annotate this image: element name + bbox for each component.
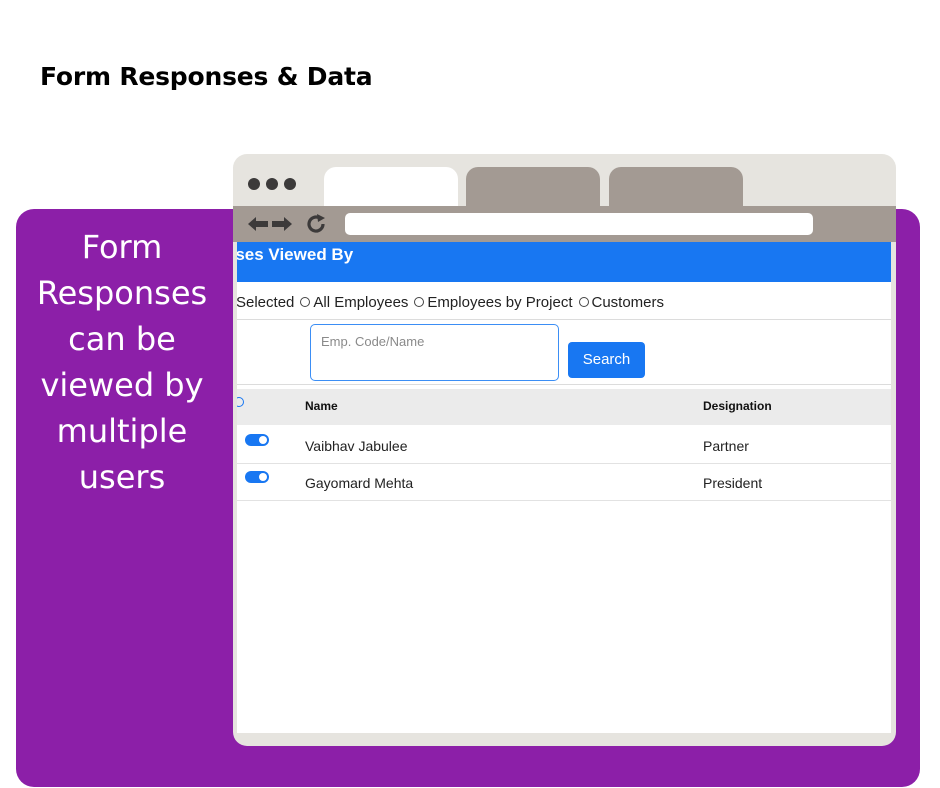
- browser-toolbar: [233, 206, 896, 242]
- forward-arrow-icon[interactable]: [271, 213, 293, 235]
- radio-customers[interactable]: Customers: [578, 293, 665, 311]
- browser-tab[interactable]: [466, 167, 600, 211]
- cell-designation: Partner: [703, 438, 749, 454]
- table-header: Name Designation: [237, 389, 891, 425]
- browser-window: Responses Viewed By Selected All Employe…: [233, 154, 896, 746]
- search-button[interactable]: Search: [568, 342, 645, 378]
- cell-name: Gayomard Mehta: [305, 475, 414, 491]
- divider: [237, 319, 891, 320]
- radio-label: Employees by Project: [427, 293, 573, 311]
- header-title: Responses Viewed By: [237, 245, 354, 264]
- app-content: Responses Viewed By Selected All Employe…: [237, 242, 891, 733]
- radio-all-employees[interactable]: All Employees: [300, 294, 408, 311]
- address-bar[interactable]: [345, 213, 813, 235]
- reload-icon[interactable]: [305, 213, 327, 235]
- toggle-switch[interactable]: [245, 471, 269, 483]
- window-dot-icon[interactable]: [266, 178, 278, 190]
- promo-text: Form Responses can be viewed by multiple…: [36, 228, 208, 496]
- column-header-designation: Designation: [703, 399, 772, 413]
- radio-circle-icon[interactable]: [578, 297, 589, 307]
- toggle-knob: [259, 473, 267, 481]
- employee-search-input[interactable]: Emp. Code/Name: [310, 324, 559, 381]
- radio-label: Customers: [591, 293, 665, 311]
- window-controls: [248, 178, 296, 190]
- toggle-knob: [259, 436, 267, 444]
- radio-selected[interactable]: Selected: [237, 294, 294, 311]
- radio-employees-by-project[interactable]: Employees by Project: [414, 293, 573, 311]
- table-row: Gayomard Mehta President: [237, 463, 891, 501]
- back-arrow-icon[interactable]: [247, 213, 269, 235]
- window-dot-icon[interactable]: [248, 178, 260, 190]
- window-dot-icon[interactable]: [284, 178, 296, 190]
- page-title: Form Responses & Data: [40, 62, 373, 91]
- viewer-radio-group: Selected All Employees Employees by Proj…: [237, 292, 670, 312]
- browser-tab-active[interactable]: [324, 167, 458, 211]
- radio-label: Selected: [237, 293, 295, 311]
- divider: [237, 384, 891, 385]
- cell-designation: President: [703, 475, 763, 491]
- radio-circle-icon[interactable]: [414, 297, 425, 307]
- radio-label: All Employees: [313, 293, 409, 311]
- column-header-name: Name: [305, 399, 338, 413]
- app-header: Responses Viewed By: [237, 242, 891, 282]
- table-row: Vaibhav Jabulee Partner: [237, 426, 891, 464]
- toggle-switch[interactable]: [245, 434, 269, 446]
- cell-name: Vaibhav Jabulee: [305, 438, 408, 454]
- select-all-radio-icon[interactable]: [237, 397, 244, 407]
- browser-tab[interactable]: [609, 167, 743, 211]
- radio-circle-icon[interactable]: [300, 297, 311, 307]
